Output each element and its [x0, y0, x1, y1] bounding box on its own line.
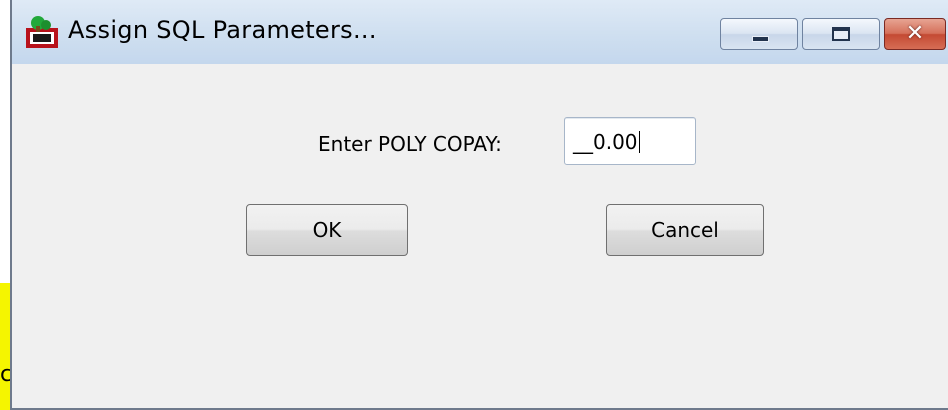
app-icon: [26, 16, 58, 48]
close-button[interactable]: ✕: [884, 18, 946, 50]
maximize-icon: [832, 27, 850, 41]
cancel-button[interactable]: Cancel: [606, 204, 764, 256]
dialog-window: Assign SQL Parameters... ✕ Enter POLY CO…: [10, 0, 948, 410]
title-bar[interactable]: Assign SQL Parameters... ✕: [12, 0, 948, 64]
maximize-button[interactable]: [802, 18, 880, 50]
window-title: Assign SQL Parameters...: [68, 16, 377, 44]
minimize-icon: [752, 36, 769, 42]
ok-button[interactable]: OK: [246, 204, 408, 256]
text-caret: [638, 131, 640, 153]
copay-input-value: __0.00: [573, 130, 640, 154]
minimize-button[interactable]: [720, 18, 798, 50]
close-icon: ✕: [905, 21, 925, 46]
copay-prompt-label: Enter POLY COPAY:: [318, 132, 502, 156]
copay-input[interactable]: __0.00: [564, 117, 696, 165]
